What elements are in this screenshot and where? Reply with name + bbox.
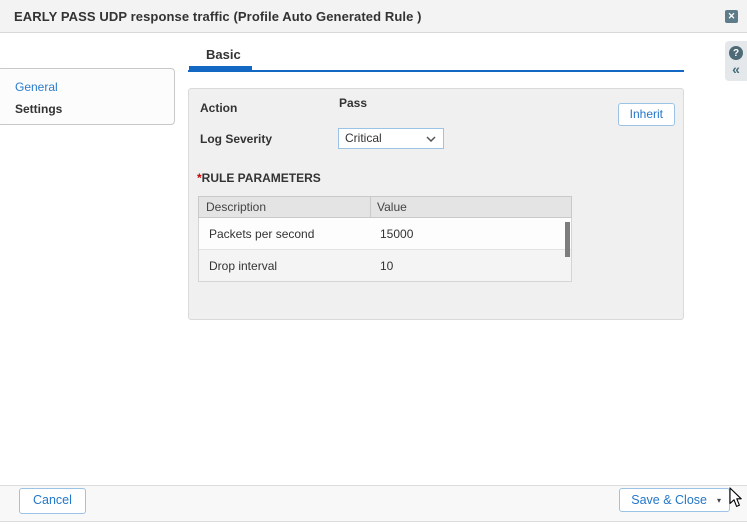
dialog-title: EARLY PASS UDP response traffic (Profile…	[14, 9, 422, 24]
table-body: Packets per second 15000 Drop interval 1…	[198, 218, 572, 282]
action-label: Action	[200, 101, 237, 115]
rule-parameters-heading: *RULE PARAMETERS	[197, 171, 321, 185]
close-button[interactable]: ✕	[725, 10, 738, 23]
title-bar: EARLY PASS UDP response traffic (Profile…	[0, 0, 747, 33]
settings-panel: Action Pass Inherit Log Severity Critica…	[188, 88, 684, 320]
dropdown-caret-icon[interactable]: ▾	[717, 488, 721, 512]
tab-basic[interactable]: Basic	[206, 47, 241, 62]
table-header-row: Description Value	[198, 196, 572, 218]
save-close-button[interactable]: Save & Close ▾	[619, 488, 730, 512]
log-severity-label: Log Severity	[200, 132, 272, 146]
rule-dialog: EARLY PASS UDP response traffic (Profile…	[0, 0, 747, 524]
rule-parameters-table: Description Value Packets per second 150…	[198, 196, 572, 282]
save-close-label: Save & Close	[631, 489, 707, 511]
cell-value: 15000	[380, 227, 413, 241]
sidebar-item-general[interactable]: General	[15, 80, 58, 94]
close-icon: ✕	[728, 11, 736, 22]
log-severity-selected-value: Critical	[345, 131, 382, 145]
cell-description: Packets per second	[209, 227, 380, 241]
table-scrollbar[interactable]	[564, 218, 571, 281]
column-header-value: Value	[370, 197, 571, 217]
collapse-panel-icon[interactable]: «	[725, 62, 747, 77]
help-icon[interactable]: ?	[729, 46, 743, 60]
scrollbar-thumb[interactable]	[565, 222, 570, 257]
action-value: Pass	[339, 96, 367, 110]
log-severity-select[interactable]: Critical	[338, 128, 444, 149]
active-tab-indicator	[189, 66, 252, 72]
sidebar: General Settings	[0, 68, 175, 125]
table-row[interactable]: Packets per second 15000	[199, 218, 571, 249]
inherit-button[interactable]: Inherit	[618, 103, 675, 126]
chevron-down-icon	[426, 136, 436, 142]
table-row[interactable]: Drop interval 10	[199, 249, 571, 281]
cell-description: Drop interval	[209, 259, 380, 273]
tab-bar-underline	[188, 70, 684, 72]
sidebar-item-settings[interactable]: Settings	[15, 102, 62, 116]
cancel-button[interactable]: Cancel	[19, 488, 86, 514]
column-header-description: Description	[199, 197, 370, 217]
mouse-cursor-icon	[729, 487, 743, 508]
rule-parameters-title: RULE PARAMETERS	[202, 171, 321, 185]
side-toolbar: ? «	[725, 41, 747, 81]
cell-value: 10	[380, 259, 393, 273]
